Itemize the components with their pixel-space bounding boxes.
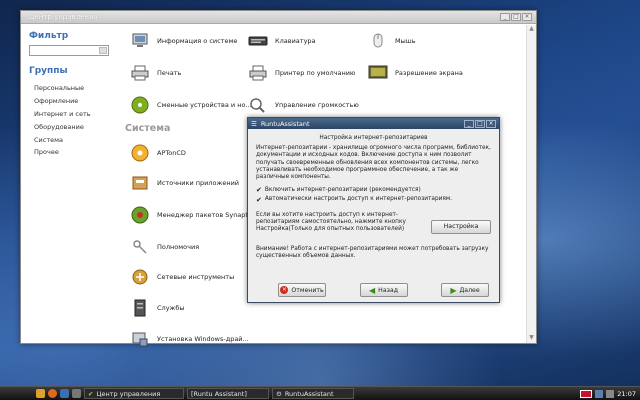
group-internet[interactable]: Интернет и сеть xyxy=(29,108,108,121)
gear-icon: ⚙ xyxy=(276,389,282,398)
group-hardware[interactable]: Оборудование xyxy=(29,120,108,133)
applet-aptoncd[interactable]: APTonCD xyxy=(129,143,186,163)
check-icon: ✔ xyxy=(88,389,94,398)
applet-network-tools[interactable]: Сетевые инструменты xyxy=(129,267,234,287)
group-appearance[interactable]: Оформление xyxy=(29,95,108,108)
synaptic-icon xyxy=(129,205,151,225)
volume-tray-icon[interactable] xyxy=(606,389,615,398)
applet-removable-media[interactable]: Сменные устройства и но... xyxy=(129,95,252,115)
applet-system-info[interactable]: Информация о системе xyxy=(129,31,237,51)
groups-label: Группы xyxy=(29,66,68,76)
taskbar: ✔ Центр управления [Runtu Assistant] ⚙ R… xyxy=(0,386,640,400)
system-tray: 21:07 xyxy=(580,389,640,398)
vertical-scrollbar[interactable]: ▲ ▼ xyxy=(526,25,536,343)
scroll-up-icon[interactable]: ▲ xyxy=(527,25,536,34)
dialog-body: Настройка интернет-репозитариев Интернет… xyxy=(248,129,499,264)
dialog-heading: Настройка интернет-репозитариев xyxy=(319,135,428,141)
window-titlebar[interactable]: Центр управления _ □ × xyxy=(21,11,536,24)
arrow-right-icon: ▶ xyxy=(450,285,457,295)
dialog-maximize-button[interactable]: □ xyxy=(475,119,485,128)
minimize-button[interactable]: _ xyxy=(500,13,510,21)
applet-software-sources[interactable]: Источники приложений xyxy=(129,173,239,193)
printer-icon xyxy=(129,63,151,83)
display-icon xyxy=(367,63,389,83)
home-folder-icon[interactable] xyxy=(36,389,45,398)
next-button[interactable]: ▶ Далее xyxy=(441,283,489,297)
back-button[interactable]: ◀ Назад xyxy=(359,283,408,297)
services-icon xyxy=(129,298,151,318)
sources-icon xyxy=(129,173,151,193)
network-tools-icon xyxy=(129,267,151,287)
dialog-buttons: × Отменить ◀ Назад ▶ Далее xyxy=(278,283,489,297)
task-runtu-assistant[interactable]: ⚙ RuntuAssistant xyxy=(272,388,354,399)
applet-printing[interactable]: Печать xyxy=(129,63,181,83)
keyboard-icon xyxy=(247,31,269,51)
maximize-button[interactable]: □ xyxy=(511,13,521,21)
group-personal[interactable]: Персональные xyxy=(29,82,108,95)
warning-text: Внимание! Работа с интернет-репозитариям… xyxy=(256,245,489,259)
applet-mouse[interactable]: Мышь xyxy=(367,31,416,51)
task-runtu-assistant-bracket[interactable]: [Runtu Assistant] xyxy=(187,388,269,399)
clock[interactable]: 21:07 xyxy=(617,390,636,398)
aptoncd-icon xyxy=(129,143,151,163)
group-other[interactable]: Прочее xyxy=(29,146,108,159)
dialog-titlebar[interactable]: ☰ RuntuAssistant _ □ × xyxy=(248,118,499,129)
enable-repos-label: Включить интернет-репозитарии (рекоменду… xyxy=(264,187,421,194)
filter-input[interactable] xyxy=(29,45,109,56)
file-manager-icon[interactable] xyxy=(72,389,81,398)
applet-default-printer[interactable]: Принтер по умолчанию xyxy=(247,63,355,83)
cancel-button[interactable]: × Отменить xyxy=(278,283,326,297)
computer-icon xyxy=(129,31,151,51)
applet-synaptic[interactable]: Менеджер пакетов Synaptic xyxy=(129,205,253,225)
groups-list: Персональные Оформление Интернет и сеть … xyxy=(29,82,108,159)
quick-launch xyxy=(0,389,81,398)
auto-configure-checkbox[interactable]: ✔ Автоматически настроить доступ к интер… xyxy=(256,196,491,203)
dialog-minimize-button[interactable]: _ xyxy=(464,119,474,128)
dialog-title: RuntuAssistant xyxy=(260,119,310,128)
keys-icon xyxy=(129,237,151,257)
cancel-icon: × xyxy=(280,286,289,294)
windows-driver-icon xyxy=(129,329,151,349)
default-printer-icon xyxy=(247,63,269,83)
cd-icon xyxy=(129,95,151,115)
clear-filter-icon[interactable] xyxy=(99,47,107,54)
scroll-down-icon[interactable]: ▼ xyxy=(527,334,536,343)
dialog-menu-icon[interactable]: ☰ xyxy=(251,120,257,128)
keyboard-layout-icon[interactable] xyxy=(580,389,593,398)
applet-screen-resolution[interactable]: Разрешение экрана xyxy=(367,63,463,83)
settings-button[interactable]: Настройка xyxy=(431,219,491,234)
runtu-assistant-dialog: ☰ RuntuAssistant _ □ × Настройка интерне… xyxy=(247,117,500,303)
enable-repos-checkbox[interactable]: ✔ Включить интернет-репозитарии (рекомен… xyxy=(256,187,491,194)
dialog-description: Интернет-репозитарии - хранилище огромно… xyxy=(256,145,491,181)
applet-services[interactable]: Службы xyxy=(129,298,185,318)
close-button[interactable]: × xyxy=(522,13,532,21)
group-system[interactable]: Система xyxy=(29,133,108,146)
checkmark-icon: ✔ xyxy=(256,186,262,195)
firefox-icon[interactable] xyxy=(48,389,57,398)
window-title: Центр управления xyxy=(29,13,98,21)
sidebar: Фильтр Группы Персональные Оформление Ин… xyxy=(21,25,116,343)
volume-icon xyxy=(247,95,269,115)
applet-permissions[interactable]: Полномочия xyxy=(129,237,199,257)
arrow-left-icon: ◀ xyxy=(369,285,376,295)
checkmark-icon: ✔ xyxy=(256,195,262,204)
terminal-icon[interactable] xyxy=(60,389,69,398)
manual-settings-row: Если вы хотите настроить доступ к интерн… xyxy=(256,212,491,234)
system-section-title: Система xyxy=(125,123,171,134)
applet-windows-drivers[interactable]: Установка Windows-драй... xyxy=(129,329,249,349)
task-control-center[interactable]: ✔ Центр управления xyxy=(84,388,184,399)
auto-configure-label: Автоматически настроить доступ к интерне… xyxy=(264,196,453,203)
applet-volume-control[interactable]: Управление громкостью xyxy=(247,95,359,115)
mouse-icon xyxy=(367,31,389,51)
network-icon[interactable] xyxy=(595,389,604,398)
applet-keyboard[interactable]: Клавиатура xyxy=(247,31,316,51)
dialog-close-button[interactable]: × xyxy=(486,119,496,128)
filter-label: Фильтр xyxy=(29,31,69,41)
manual-settings-text: Если вы хотите настроить доступ к интерн… xyxy=(256,211,406,233)
